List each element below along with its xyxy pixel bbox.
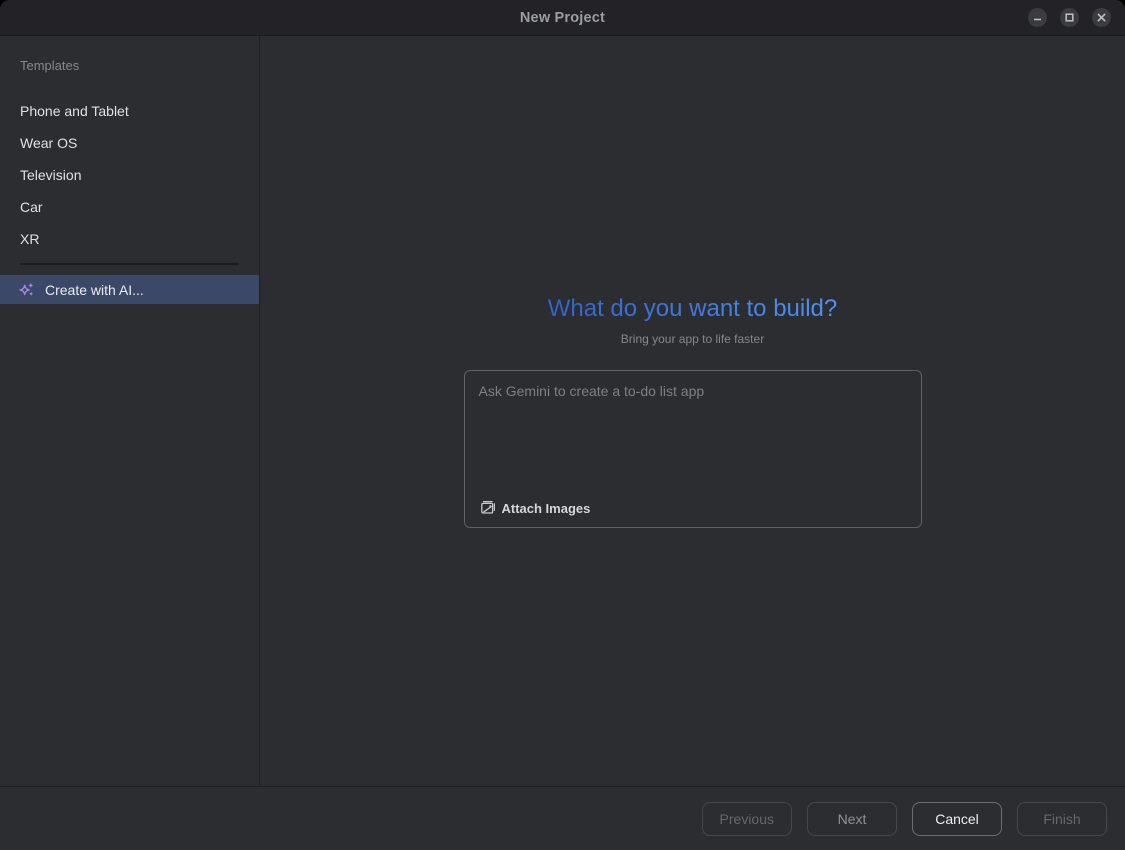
sidebar-item-label: XR <box>20 231 39 247</box>
window-controls <box>1028 0 1111 35</box>
previous-button[interactable]: Previous <box>702 802 792 836</box>
sidebar-item-label: Phone and Tablet <box>20 103 129 119</box>
next-button[interactable]: Next <box>807 802 897 836</box>
sidebar-item-label: Television <box>20 167 81 183</box>
sidebar-item-wear-os[interactable]: Wear OS <box>0 127 259 159</box>
finish-button[interactable]: Finish <box>1017 802 1107 836</box>
dialog-body: Templates Phone and Tablet Wear OS Telev… <box>0 36 1125 786</box>
sidebar-header: Templates <box>0 56 259 76</box>
minimize-button[interactable] <box>1028 8 1047 27</box>
close-button[interactable] <box>1092 8 1111 27</box>
sidebar-item-television[interactable]: Television <box>0 159 259 191</box>
prompt-box: Attach Images <box>464 370 922 528</box>
templates-sidebar: Templates Phone and Tablet Wear OS Telev… <box>0 36 260 786</box>
attach-images-label: Attach Images <box>502 501 591 516</box>
cancel-button[interactable]: Cancel <box>912 802 1002 836</box>
sidebar-item-xr[interactable]: XR <box>0 223 259 255</box>
sidebar-item-label: Create with AI... <box>45 282 144 298</box>
sidebar-separator <box>20 263 239 265</box>
title-bar: New Project <box>0 0 1125 36</box>
attach-images-button[interactable]: Attach Images <box>476 498 595 518</box>
sidebar-item-label: Wear OS <box>20 135 77 151</box>
sidebar-item-car[interactable]: Car <box>0 191 259 223</box>
window-title: New Project <box>0 0 1125 35</box>
close-icon <box>1097 13 1106 22</box>
main-panel: What do you want to build? Bring your ap… <box>260 36 1125 786</box>
gemini-prompt-input[interactable] <box>465 371 921 483</box>
sidebar-item-phone-and-tablet[interactable]: Phone and Tablet <box>0 95 259 127</box>
page-subtitle: Bring your app to life faster <box>621 332 764 346</box>
page-title: What do you want to build? <box>548 296 838 322</box>
dialog-footer: Previous Next Cancel Finish <box>0 786 1125 850</box>
maximize-button[interactable] <box>1060 8 1079 27</box>
maximize-icon <box>1065 13 1074 22</box>
gemini-sparkle-icon <box>18 281 36 299</box>
minimize-icon <box>1033 13 1042 22</box>
sidebar-item-label: Car <box>20 199 43 215</box>
sidebar-item-create-with-ai[interactable]: Create with AI... <box>0 275 259 304</box>
attach-images-icon <box>480 500 496 516</box>
new-project-dialog: New Project Templates Ph <box>0 0 1125 850</box>
